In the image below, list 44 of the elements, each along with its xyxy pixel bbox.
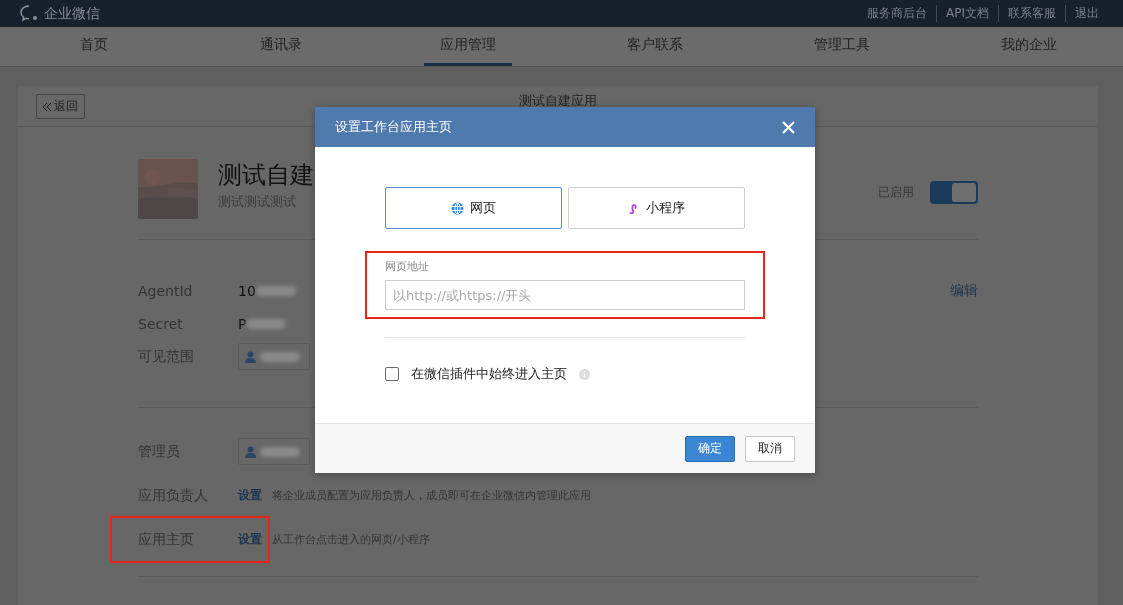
field-value: P	[238, 315, 247, 332]
page-title: 测试自建应用	[519, 94, 597, 107]
nav-tab[interactable]: 管理工具	[798, 27, 887, 66]
nav-tab[interactable]: 应用管理	[423, 27, 512, 66]
globe-icon	[451, 201, 464, 215]
double-chevron-icon	[43, 102, 52, 111]
nav-tab[interactable]: 首页	[63, 27, 124, 66]
top-link[interactable]: API文档	[936, 5, 998, 22]
back-button[interactable]: 返回	[36, 94, 85, 119]
field-label: 网页地址	[385, 259, 430, 274]
confirm-button[interactable]: 确定	[685, 435, 735, 462]
url-input[interactable]: 以http://或https://开头	[385, 280, 745, 310]
top-link[interactable]: 服务商后台	[858, 5, 936, 22]
set-link[interactable]: 设置	[238, 487, 262, 504]
checkbox[interactable]	[385, 367, 399, 381]
chat-bubble-icon	[20, 4, 40, 23]
member-chip[interactable]	[238, 438, 310, 465]
brand-name: 企业微信	[44, 4, 100, 23]
person-icon	[245, 350, 256, 363]
redacted-value	[246, 318, 287, 329]
close-button[interactable]	[782, 120, 795, 134]
type-tab[interactable]: 网页	[385, 187, 562, 229]
member-chip[interactable]	[238, 343, 310, 370]
link-icon	[628, 202, 640, 214]
redacted-name	[260, 446, 300, 457]
edit-link[interactable]: 编辑	[950, 282, 978, 300]
info-icon	[579, 368, 590, 380]
nav-tab[interactable]: 客户联系	[611, 27, 700, 66]
close-icon	[782, 120, 795, 134]
nav-tab[interactable]: 我的企业	[985, 27, 1074, 66]
top-link[interactable]: 退出	[1065, 5, 1099, 22]
nav-tab[interactable]: 通讯录	[243, 27, 318, 66]
checkbox-label: 在微信插件中始终进入主页	[411, 365, 567, 383]
top-link[interactable]: 联系客服	[998, 5, 1065, 22]
enable-toggle[interactable]	[930, 181, 978, 204]
type-tab[interactable]: 小程序	[568, 187, 745, 229]
app-name: 测试自建	[218, 160, 314, 191]
set-link[interactable]: 设置	[238, 531, 262, 548]
dialog-title: 设置工作台应用主页	[335, 118, 452, 136]
redacted-value	[255, 285, 296, 296]
cancel-button[interactable]: 取消	[745, 435, 795, 462]
person-icon	[245, 445, 256, 458]
redacted-name	[260, 351, 300, 362]
field-value: 10	[238, 282, 256, 299]
